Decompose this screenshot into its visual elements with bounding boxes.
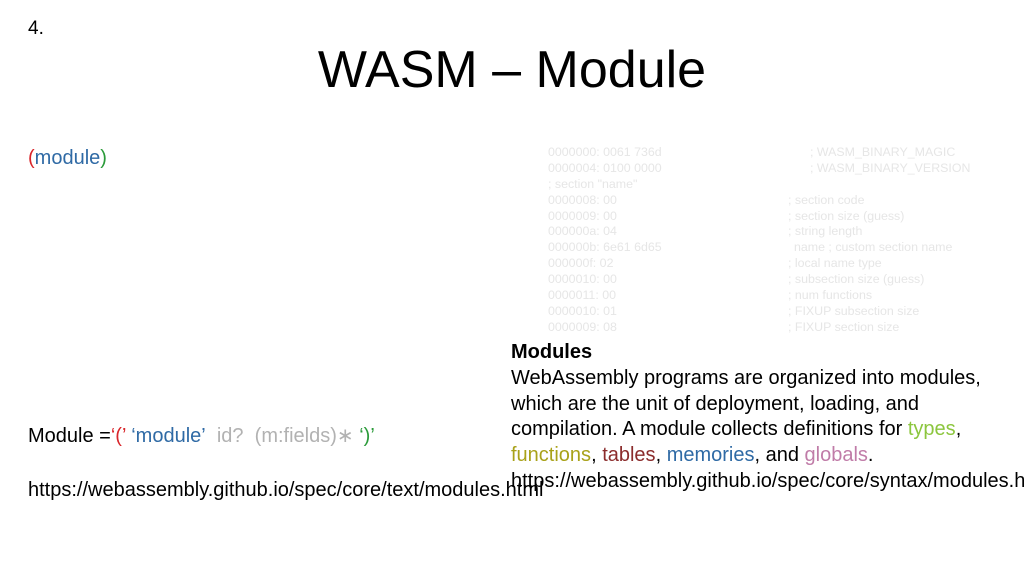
hexdump-bytes: ; section "name": [548, 176, 638, 191]
memories-term: memories: [666, 444, 755, 467]
module-keyword: module: [34, 147, 101, 169]
hexdump-bytes: 0000000: 0061 736d: [548, 145, 662, 159]
separator: ,: [655, 444, 662, 467]
hexdump-bytes: 0000004: 0100 0000: [548, 160, 662, 175]
hexdump-comment: ; WASM_BINARY_MAGIC: [810, 145, 956, 159]
hexdump-bytes: 0000010: 00: [548, 272, 617, 287]
slide-title: WASM – Module: [317, 41, 707, 99]
hexdump-bytes: 0000008: 00: [548, 192, 617, 207]
grammar-id: id?: [216, 425, 244, 447]
hexdump-bytes: 000000b: 6e61 6d65: [548, 240, 662, 255]
hexdump-comment: ; num functions: [788, 288, 873, 303]
separator: ,: [591, 444, 603, 467]
types-term: types: [907, 418, 956, 441]
hexdump-comment: ; local name type: [788, 256, 882, 271]
grammar-star: ∗: [336, 425, 354, 447]
module-grammar-rule: Module =‘(’ ‘module’ id? (m:fields)∗ ‘)’: [28, 424, 375, 448]
hexdump-bytes: 0000011: 00: [548, 288, 616, 303]
hexdump-comment: ; subsection size (guess): [788, 272, 925, 287]
hexdump-comment: ; FIXUP subsection size: [788, 303, 920, 318]
grammar-rparen: ‘)’: [359, 425, 375, 447]
hexdump-comment: ; string length: [788, 224, 863, 239]
hexdump-comment: name ; custom section name: [794, 240, 953, 255]
grammar-lhs: Module =: [28, 425, 111, 447]
slide-number: 4.: [28, 18, 44, 39]
hexdump-comment: ; FIXUP section size: [788, 319, 900, 334]
modules-description: Modules WebAssembly programs are organiz…: [511, 340, 1024, 495]
hexdump-bytes: 0000009: 08: [548, 319, 617, 334]
hexdump-comment: ; section code: [788, 192, 865, 207]
module-expression: (module): [28, 146, 107, 170]
tables-term: tables: [602, 444, 656, 467]
modules-heading: Modules: [511, 341, 593, 363]
open-paren: (: [28, 147, 35, 169]
close-paren: ): [100, 147, 107, 169]
hexdump-bytes: 0000010: 01: [548, 303, 617, 318]
grammar-fields: (m:fields): [254, 425, 337, 447]
globals-term: globals: [804, 444, 868, 467]
hexdump-bytes: 000000f: 02: [548, 256, 614, 271]
separator: , and: [754, 444, 805, 467]
separator: ,: [955, 418, 962, 441]
modules-paragraph: WebAssembly programs are organized into …: [511, 366, 1016, 469]
functions-term: functions: [511, 444, 592, 467]
grammar-lparen: ‘(’: [110, 425, 126, 447]
hexdump-comment: ; section size (guess): [788, 208, 905, 223]
hexdump-bytes: 0000009: 00: [548, 208, 617, 223]
separator: .: [867, 444, 874, 467]
text-modules-link[interactable]: https://webassembly.github.io/spec/core/…: [28, 478, 543, 502]
grammar-module-keyword: ‘module’: [131, 425, 206, 447]
hexdump-bytes: 000000a: 04: [548, 224, 617, 239]
syntax-modules-link[interactable]: https://webassembly.github.io/spec/core/…: [511, 469, 1024, 495]
hexdump-comment: ; WASM_BINARY_VERSION: [810, 160, 971, 175]
